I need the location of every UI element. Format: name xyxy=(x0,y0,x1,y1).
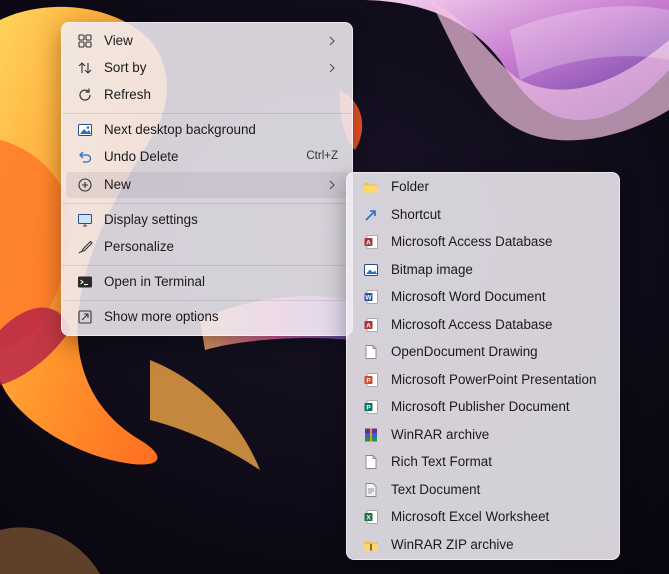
powerpoint-icon: P xyxy=(364,372,378,387)
menu-item-label: Show more options xyxy=(104,309,219,324)
show-more-options-icon xyxy=(78,310,92,324)
svg-text:P: P xyxy=(366,405,371,412)
bitmap-icon xyxy=(364,263,378,276)
new-item-word-document[interactable]: W Microsoft Word Document xyxy=(351,284,615,310)
word-icon: W xyxy=(364,290,378,304)
text-document-icon xyxy=(365,482,377,497)
new-item-text-document[interactable]: Text Document xyxy=(351,477,615,503)
undo-icon xyxy=(79,151,92,163)
new-item-rich-text-format[interactable]: Rich Text Format xyxy=(351,449,615,475)
new-item-label: Text Document xyxy=(391,481,481,497)
new-item-label: Shortcut xyxy=(391,206,441,222)
desktop-context-menu: View Sort by Refresh Next desktop backgr… xyxy=(61,22,353,336)
new-item-bitmap-image[interactable]: Bitmap image xyxy=(351,257,615,283)
menu-item-label: View xyxy=(104,33,133,48)
menu-item-label: Undo Delete xyxy=(104,149,179,164)
menu-item-label: Display settings xyxy=(104,212,198,227)
new-item-label: Microsoft Excel Worksheet xyxy=(391,509,550,524)
new-item-powerpoint-presentation[interactable]: P Microsoft PowerPoint Presentation xyxy=(351,367,615,393)
grid-view-icon xyxy=(78,34,92,48)
blank-document-icon xyxy=(365,345,377,359)
menu-item-label: New xyxy=(104,177,131,192)
new-item-label: Rich Text Format xyxy=(391,454,492,469)
new-item-label: Folder xyxy=(391,179,429,194)
chevron-right-icon xyxy=(329,63,335,73)
menu-item-label: Sort by xyxy=(104,60,147,75)
new-item-label: Microsoft Publisher Document xyxy=(391,399,570,414)
new-item-label: WinRAR ZIP archive xyxy=(391,536,514,552)
next-background-icon xyxy=(78,124,92,136)
chevron-right-icon xyxy=(329,36,335,46)
new-item-winrar-zip-archive[interactable]: WinRAR ZIP archive xyxy=(351,532,615,558)
svg-text:A: A xyxy=(366,322,371,329)
new-item-label: Bitmap image xyxy=(391,261,473,277)
new-item-label: Microsoft Word Document xyxy=(391,289,546,304)
new-item-label: Microsoft Access Database xyxy=(391,234,553,249)
shortcut-label: Ctrl+Z xyxy=(306,150,338,162)
new-item-label: OpenDocument Drawing xyxy=(391,344,538,359)
blank-document-icon xyxy=(365,455,377,469)
menu-item-sort-by[interactable]: Sort by xyxy=(66,55,348,81)
new-item-excel-worksheet[interactable]: X Microsoft Excel Worksheet xyxy=(351,504,615,530)
refresh-icon xyxy=(79,88,91,101)
excel-icon: X xyxy=(364,510,378,524)
new-item-winrar-archive[interactable]: WinRAR archive xyxy=(351,422,615,448)
new-item-label: Microsoft Access Database xyxy=(391,316,553,332)
new-item-label: WinRAR archive xyxy=(391,426,490,442)
menu-separator xyxy=(62,300,352,301)
menu-separator xyxy=(62,203,352,204)
svg-text:P: P xyxy=(366,377,371,384)
publisher-icon: P xyxy=(364,400,378,414)
menu-item-new[interactable]: New xyxy=(66,172,348,198)
new-item-shortcut[interactable]: Shortcut xyxy=(351,202,615,228)
access-icon: A xyxy=(364,317,378,332)
plus-circle-icon xyxy=(78,178,92,192)
menu-separator xyxy=(62,113,352,114)
brush-icon xyxy=(78,240,93,254)
new-submenu: Folder Shortcut A Microsoft Access Datab… xyxy=(346,172,620,560)
menu-item-refresh[interactable]: Refresh xyxy=(66,82,348,108)
new-item-access-database[interactable]: A Microsoft Access Database xyxy=(351,229,615,255)
terminal-icon xyxy=(78,276,92,288)
menu-item-open-in-terminal[interactable]: Open in Terminal xyxy=(66,269,348,295)
svg-text:W: W xyxy=(365,295,372,302)
display-settings-icon xyxy=(78,214,92,227)
menu-item-next-desktop-background[interactable]: Next desktop background xyxy=(66,117,348,143)
menu-item-show-more-options[interactable]: Show more options xyxy=(66,304,348,330)
menu-item-label: Next desktop background xyxy=(104,122,256,137)
new-item-opendocument-drawing[interactable]: OpenDocument Drawing xyxy=(351,339,615,365)
new-item-access-database-2[interactable]: A Microsoft Access Database xyxy=(351,312,615,338)
winrar-zip-icon xyxy=(364,540,378,550)
menu-item-display-settings[interactable]: Display settings xyxy=(66,207,348,233)
new-item-folder[interactable]: Folder xyxy=(351,174,615,200)
menu-item-label: Personalize xyxy=(104,239,174,254)
winrar-icon xyxy=(365,428,377,441)
svg-text:A: A xyxy=(366,240,371,247)
menu-separator xyxy=(62,265,352,266)
menu-item-personalize[interactable]: Personalize xyxy=(66,234,348,260)
menu-item-label: Open in Terminal xyxy=(104,274,205,289)
new-item-publisher-document[interactable]: P Microsoft Publisher Document xyxy=(351,394,615,420)
menu-item-view[interactable]: View xyxy=(66,28,348,54)
new-item-label: Microsoft PowerPoint Presentation xyxy=(391,371,597,387)
svg-text:X: X xyxy=(366,515,371,522)
menu-item-undo-delete[interactable]: Undo Delete Ctrl+Z xyxy=(66,144,348,170)
sort-arrows-icon xyxy=(78,62,92,74)
menu-item-label: Refresh xyxy=(104,87,151,102)
folder-icon xyxy=(364,183,378,193)
shortcut-icon xyxy=(365,209,376,221)
chevron-right-icon xyxy=(329,180,335,190)
access-icon: A xyxy=(364,235,378,249)
